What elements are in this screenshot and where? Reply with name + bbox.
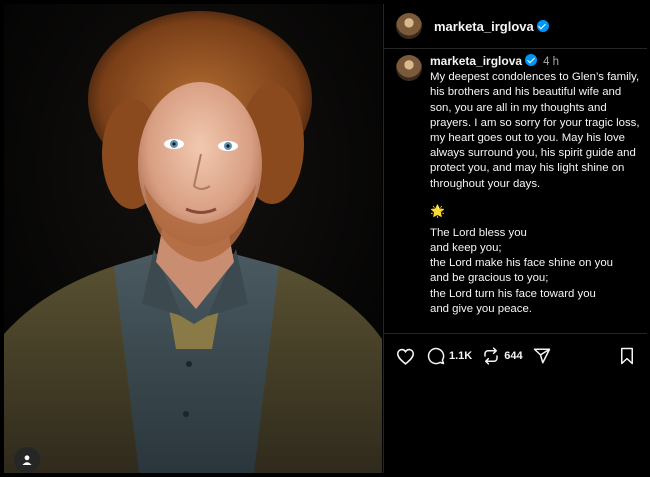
comment-body: marketa_irglova 4 h My deepest condolence… [430,54,642,317]
post-photo[interactable] [4,4,382,473]
comment-text: My deepest condolences to Glen’s family,… [430,70,642,317]
action-bar: 1.1K 644 [384,333,647,378]
caption-comment: marketa_irglova 4 h My deepest condolence… [396,54,642,317]
post-viewer: marketa_irglova marketa_irglova 4 h My de… [0,0,650,477]
comment-paragraph-1: My deepest condolences to Glen’s family,… [430,71,640,190]
heart-icon [396,348,415,365]
verified-badge-icon [536,19,549,32]
repost-count: 644 [504,350,523,362]
share-button[interactable] [533,347,551,365]
share-icon [533,348,550,364]
comment-icon [427,347,445,365]
bookmark-icon [621,347,633,365]
header-username[interactable]: marketa_irglova [434,19,549,34]
avatar[interactable] [396,55,422,81]
like-button[interactable] [396,348,415,365]
repost-button[interactable]: 644 [482,347,523,365]
comment-count: 1.1K [449,350,473,362]
portrait-image [4,4,382,473]
save-button[interactable] [619,347,635,365]
comment-username[interactable]: marketa_irglova [430,54,522,68]
comment-paragraph-2: The Lord bless you and keep you; the Lor… [430,226,613,315]
verified-badge-icon [525,54,538,66]
user-tag-button[interactable] [14,447,40,473]
avatar[interactable] [396,13,422,39]
post-header: marketa_irglova [384,4,647,49]
comment-button[interactable]: 1.1K [427,347,472,365]
comments-panel: marketa_irglova marketa_irglova 4 h My de… [383,4,647,473]
star-emoji: 🌟 [430,203,445,218]
user-tag-icon [22,455,32,465]
comment-timestamp[interactable]: 4 h [543,56,559,68]
repost-icon [484,347,498,365]
